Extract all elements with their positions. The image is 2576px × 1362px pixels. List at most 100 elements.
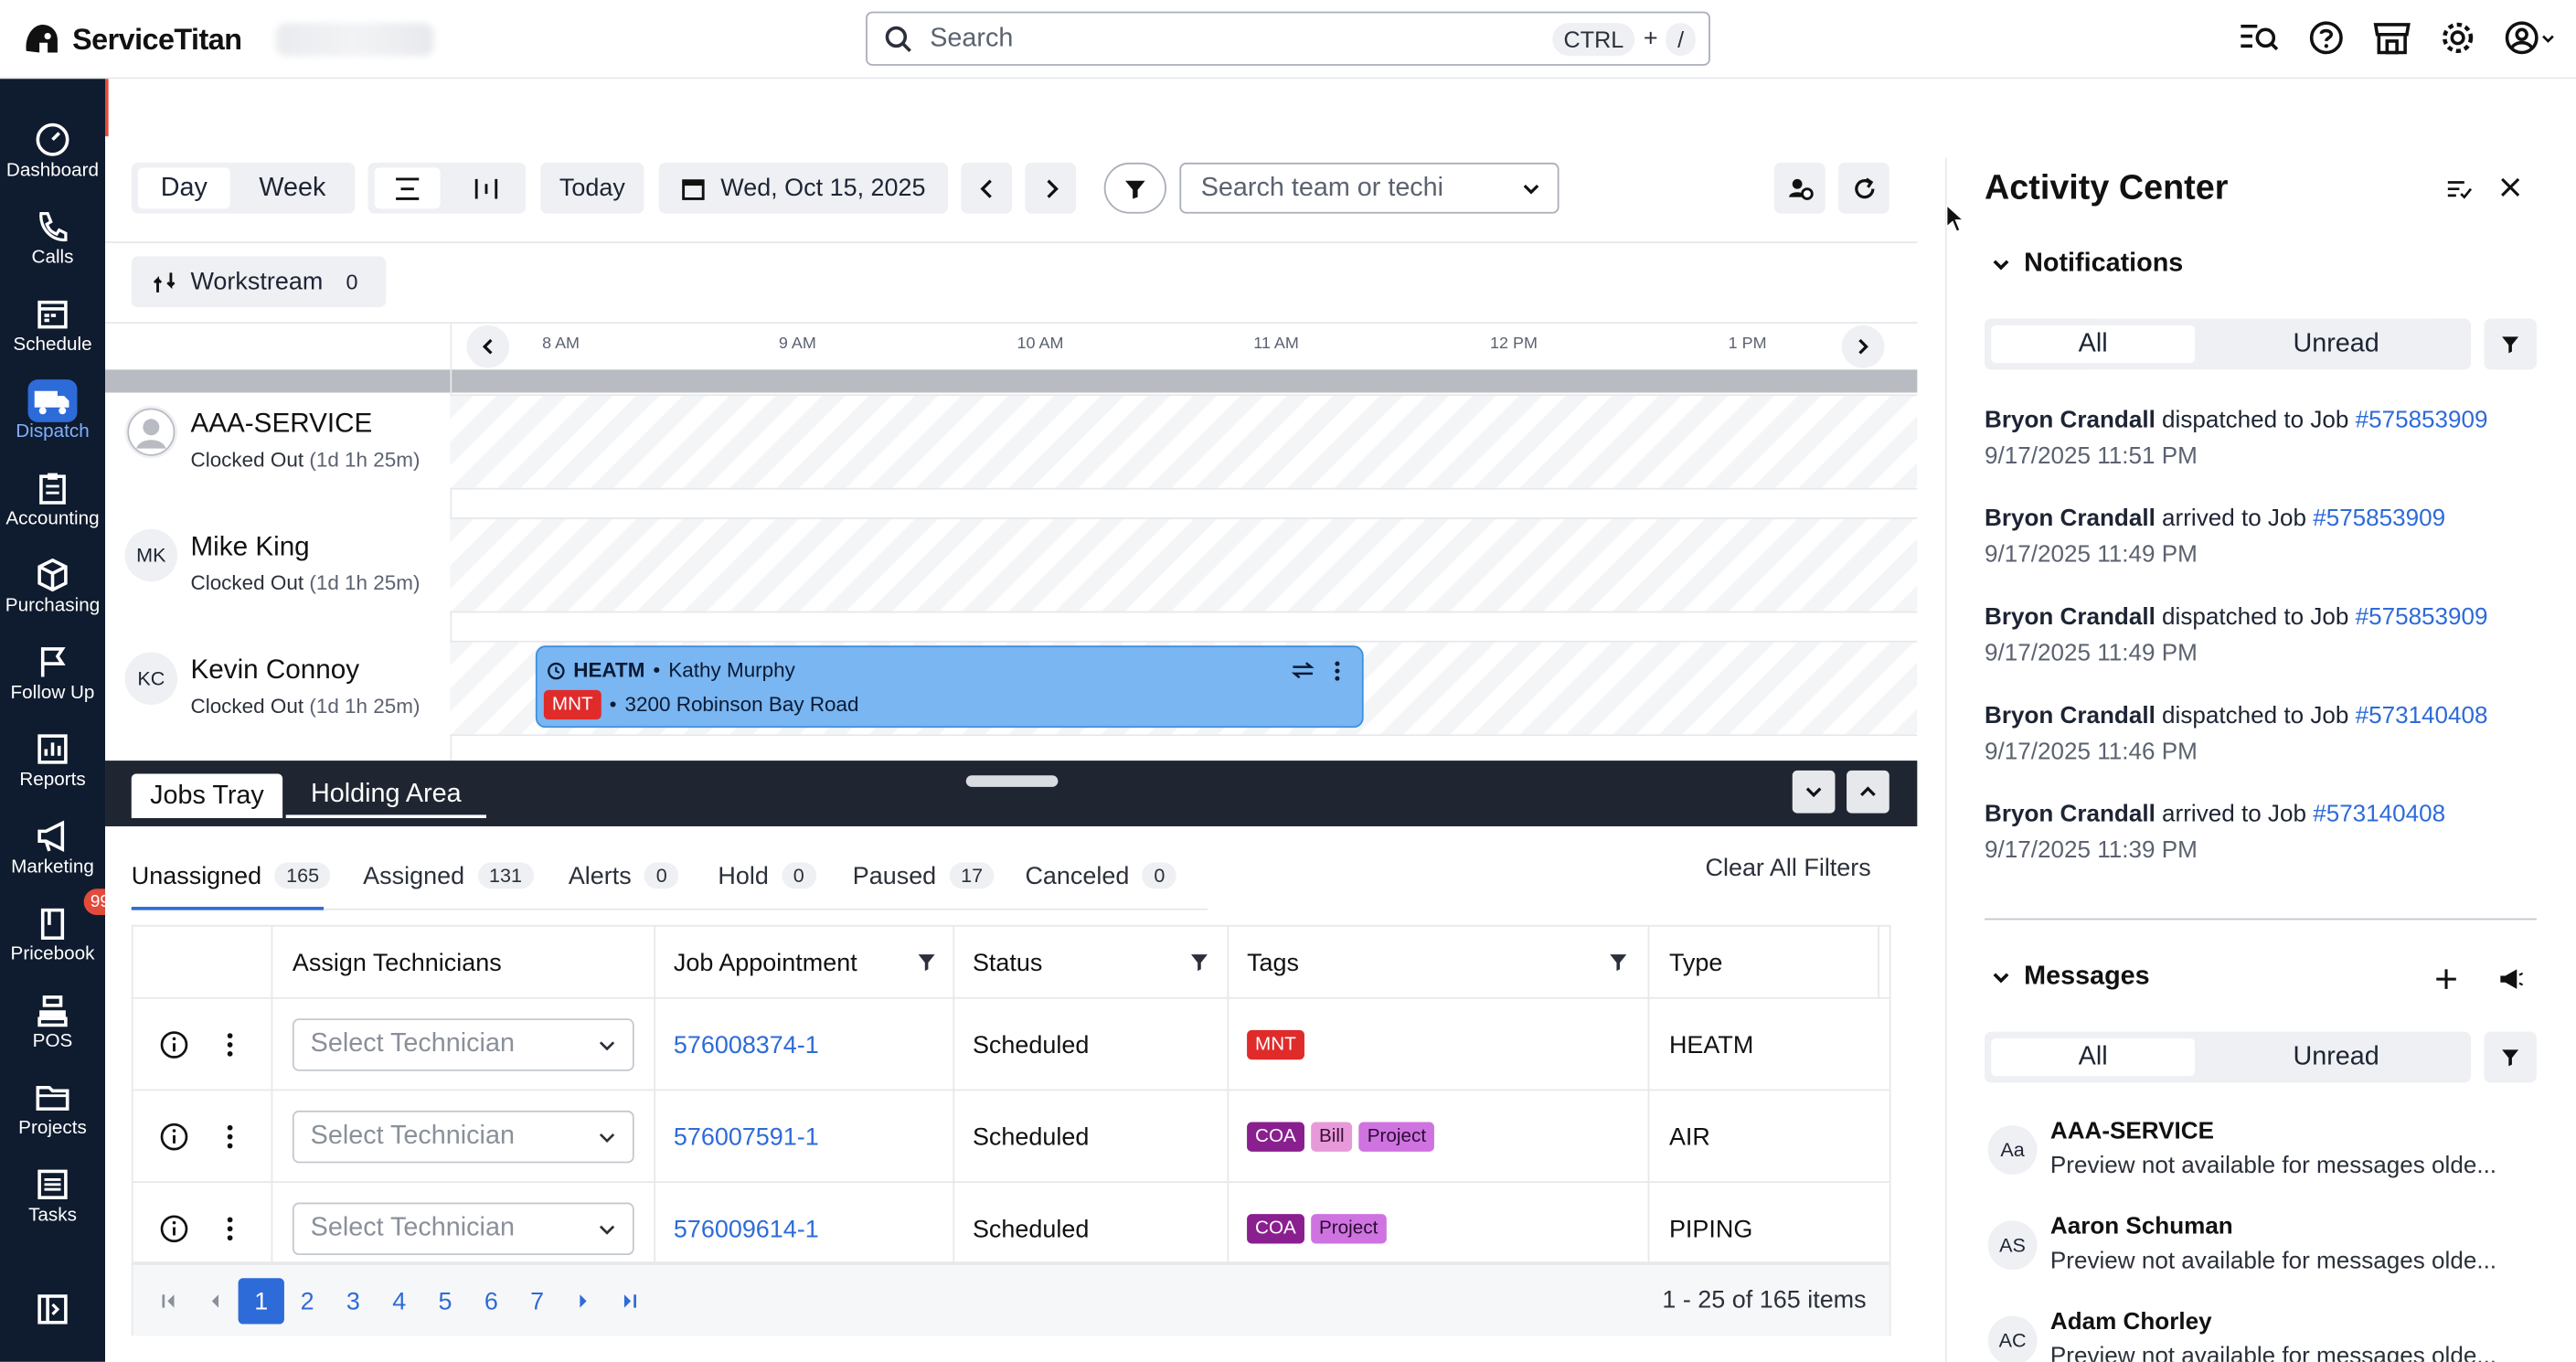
- job-appointment-link[interactable]: 576008374-1: [674, 999, 819, 1091]
- filter-tab-paused[interactable]: Paused 17: [853, 843, 995, 909]
- filter-tab-unassigned[interactable]: Unassigned 165: [132, 843, 331, 909]
- nav-pos[interactable]: POS: [0, 983, 105, 1069]
- select-technician-dropdown[interactable]: Select Technician: [292, 1018, 634, 1071]
- select-technician-dropdown[interactable]: Select Technician: [292, 1110, 634, 1164]
- table-row[interactable]: Select Technician 576009614-1 Scheduled …: [133, 1183, 1889, 1264]
- notifications-all-tab[interactable]: All: [1991, 325, 2196, 364]
- page-button[interactable]: 7: [515, 1278, 560, 1324]
- today-button[interactable]: Today: [540, 162, 644, 214]
- notif-job-link[interactable]: #575853909: [2356, 604, 2488, 631]
- notifications-unread-tab[interactable]: Unread: [2231, 325, 2442, 363]
- notif-job-link[interactable]: #575853909: [2313, 506, 2445, 533]
- collapse-nav-button[interactable]: [0, 1276, 105, 1342]
- tab-holding-area[interactable]: Holding Area: [285, 773, 486, 819]
- page-button[interactable]: 4: [377, 1278, 422, 1324]
- column-filter-icon[interactable]: [1189, 952, 1209, 973]
- day-button[interactable]: Day: [137, 167, 230, 209]
- job-appointment-link[interactable]: 576007591-1: [674, 1091, 819, 1183]
- settings-gear-icon[interactable]: [2440, 20, 2476, 57]
- list-search-icon[interactable]: [2238, 20, 2281, 57]
- tray-resize-handle[interactable]: [965, 775, 1059, 787]
- next-page-button[interactable]: [560, 1278, 606, 1324]
- nav-projects[interactable]: Projects: [0, 1069, 105, 1156]
- notif-job-link[interactable]: #575853909: [2356, 408, 2488, 434]
- tech-row[interactable]: AAA-SERVICE Clocked Out (1d 1h 25m): [105, 398, 450, 496]
- prev-day-button[interactable]: [961, 162, 1013, 214]
- notif-job-link[interactable]: #573140408: [2356, 703, 2488, 729]
- filter-tab-hold[interactable]: Hold 0: [718, 843, 816, 909]
- message-item[interactable]: AC Adam Chorley Preview not available for …: [1985, 1309, 2543, 1362]
- notif-job-link[interactable]: #573140408: [2313, 802, 2445, 828]
- date-picker-button[interactable]: Wed, Oct 15, 2025: [658, 162, 948, 214]
- info-icon[interactable]: [159, 1214, 188, 1243]
- notification-item[interactable]: Bryon Crandall arrived to Job #573140408…: [1985, 797, 2543, 869]
- nav-pricebook[interactable]: 99+Pricebook: [0, 888, 127, 982]
- tech-row[interactable]: MK Mike King Clocked Out (1d 1h 25m): [105, 521, 450, 620]
- nav-dashboard[interactable]: Dashboard: [0, 112, 105, 198]
- page-button-active[interactable]: 1: [238, 1278, 284, 1325]
- messages-filter-button[interactable]: [2484, 1031, 2537, 1083]
- filter-tab-alerts[interactable]: Alerts 0: [569, 843, 679, 909]
- nav-accounting[interactable]: Accounting: [0, 460, 105, 547]
- nav-dispatch[interactable]: Dispatch: [0, 373, 105, 460]
- select-technician-dropdown[interactable]: Select Technician: [292, 1202, 634, 1256]
- filter-tab-assigned[interactable]: Assigned 131: [363, 843, 534, 909]
- filter-tab-canceled[interactable]: Canceled 0: [1025, 843, 1176, 909]
- info-icon[interactable]: [159, 1122, 188, 1151]
- page-button[interactable]: 2: [284, 1278, 330, 1324]
- table-row[interactable]: Select Technician 576008374-1 Scheduled …: [133, 999, 1889, 1091]
- notification-item[interactable]: Bryon Crandall arrived to Job #575853909…: [1985, 501, 2543, 573]
- tech-row[interactable]: KC Kevin Connoy Clocked Out (1d 1h 25m): [105, 644, 450, 743]
- prev-page-button[interactable]: [192, 1278, 238, 1324]
- more-vertical-icon[interactable]: [225, 1123, 235, 1150]
- more-vertical-icon[interactable]: [1333, 660, 1343, 681]
- mark-all-read-icon[interactable]: [2446, 177, 2473, 200]
- page-button[interactable]: 6: [468, 1278, 514, 1324]
- workstream-button[interactable]: Workstream 0: [131, 256, 387, 308]
- first-page-button[interactable]: [146, 1278, 192, 1324]
- messages-all-tab[interactable]: All: [1991, 1037, 2196, 1077]
- tray-expand-button[interactable]: [1847, 770, 1889, 814]
- clear-all-filters-link[interactable]: Clear All Filters: [1705, 855, 1870, 883]
- broadcast-megaphone-icon[interactable]: [2497, 966, 2524, 993]
- column-filter-icon[interactable]: [1608, 952, 1628, 973]
- refresh-button[interactable]: [1838, 162, 1889, 214]
- tech-lane[interactable]: [450, 517, 1918, 613]
- page-button[interactable]: 5: [422, 1278, 468, 1324]
- notification-item[interactable]: Bryon Crandall dispatched to Job #575853…: [1985, 600, 2543, 672]
- page-button[interactable]: 3: [330, 1278, 376, 1324]
- more-vertical-icon[interactable]: [225, 1032, 235, 1059]
- timeline-prev-button[interactable]: [466, 325, 510, 368]
- nav-follow-up[interactable]: Follow Up: [0, 634, 105, 721]
- timeline-next-button[interactable]: [1841, 325, 1885, 368]
- next-day-button[interactable]: [1025, 162, 1077, 214]
- job-card[interactable]: HEATM • Kathy Murphy MNT • 3200 Robinson…: [535, 645, 1364, 729]
- job-appointment-link[interactable]: 576009614-1: [674, 1183, 819, 1275]
- global-search-input[interactable]: Search CTRL + /: [866, 11, 1710, 66]
- column-filter-icon[interactable]: [917, 952, 937, 973]
- col-job-appointment[interactable]: Job Appointment: [674, 927, 937, 999]
- notification-item[interactable]: Bryon Crandall dispatched to Job #575853…: [1985, 402, 2543, 474]
- notification-item[interactable]: Bryon Crandall dispatched to Job #573140…: [1985, 698, 2543, 771]
- week-button[interactable]: Week: [247, 167, 339, 208]
- nav-tasks[interactable]: Tasks: [0, 1156, 105, 1243]
- info-icon[interactable]: [159, 1030, 188, 1059]
- more-vertical-icon[interactable]: [225, 1216, 235, 1242]
- messages-unread-tab[interactable]: Unread: [2231, 1038, 2442, 1076]
- user-account-icon[interactable]: [2504, 20, 2557, 57]
- horizontal-view-button[interactable]: [374, 167, 441, 209]
- col-tags[interactable]: Tags: [1247, 927, 1628, 999]
- notifications-filter-button[interactable]: [2484, 318, 2537, 370]
- nav-marketing[interactable]: Marketing: [0, 808, 105, 895]
- nav-reports[interactable]: Reports: [0, 721, 105, 808]
- filter-button[interactable]: [1103, 162, 1167, 214]
- messages-section-header[interactable]: Messages: [1991, 963, 2150, 992]
- col-status[interactable]: Status: [973, 927, 1209, 999]
- close-icon[interactable]: [2500, 177, 2520, 197]
- marketplace-icon[interactable]: [2372, 20, 2411, 57]
- nav-schedule[interactable]: Schedule: [0, 286, 105, 373]
- tray-collapse-button[interactable]: [1792, 770, 1836, 814]
- notifications-section-header[interactable]: Notifications: [1991, 250, 2183, 279]
- help-icon[interactable]: [2308, 20, 2345, 57]
- servicetitan-logo[interactable]: ServiceTitan: [20, 16, 242, 62]
